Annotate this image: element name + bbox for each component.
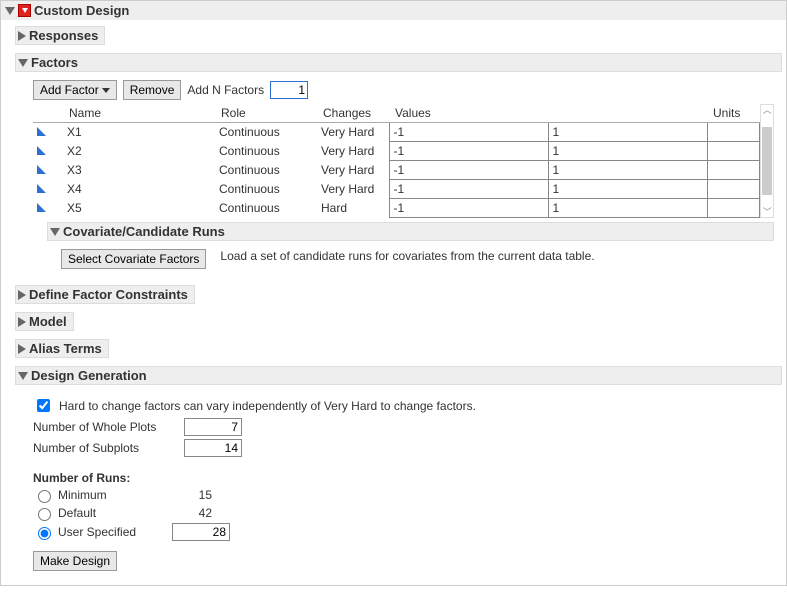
collapse-icon [18,372,28,380]
factors-header[interactable]: Factors [15,53,782,72]
factors-table: Name Role Changes Values Units X1 Contin… [33,104,760,218]
add-factor-button[interactable]: Add Factor [33,80,117,100]
scroll-down-icon[interactable]: ﹀ [761,207,773,217]
default-radio[interactable] [38,508,51,521]
user-specified-input[interactable] [172,523,230,541]
design-gen-header[interactable]: Design Generation [15,366,782,385]
factor-icon [37,146,46,155]
responses-header[interactable]: Responses [15,26,105,45]
factor-icon [37,184,46,193]
constraints-header[interactable]: Define Factor Constraints [15,285,195,304]
expand-icon [18,344,26,354]
table-row[interactable]: X4 Continuous Very Hard -1 1 [33,180,760,199]
checkbox-label: Hard to change factors can vary independ… [59,399,476,413]
scroll-thumb[interactable] [762,127,772,195]
default-label: Default [58,506,168,520]
add-n-input[interactable] [270,81,308,99]
col-changes: Changes [317,104,389,123]
col-name: Name [63,104,215,123]
title-header: Custom Design [1,1,786,20]
expand-icon [18,31,26,41]
minimum-value: 15 [172,488,212,502]
col-role: Role [215,104,317,123]
table-row[interactable]: X3 Continuous Very Hard -1 1 [33,161,760,180]
whole-plots-label: Number of Whole Plots [33,420,178,434]
table-row[interactable]: X5 Continuous Hard -1 1 [33,199,760,218]
remove-button[interactable]: Remove [123,80,182,100]
col-values: Values [389,104,707,123]
minimum-radio[interactable] [38,490,51,503]
alias-header[interactable]: Alias Terms [15,339,109,358]
collapse-icon [50,228,60,236]
scroll-up-icon[interactable]: ︿ [761,105,773,115]
select-covariate-button[interactable]: Select Covariate Factors [61,249,206,269]
factor-icon [37,165,46,174]
add-n-label: Add N Factors [187,83,264,97]
subplots-input[interactable] [184,439,242,457]
covariate-header[interactable]: Covariate/Candidate Runs [47,222,774,241]
runs-heading: Number of Runs: [33,471,774,485]
minimum-label: Minimum [58,488,168,502]
table-row[interactable]: X1 Continuous Very Hard -1 1 [33,123,760,142]
make-design-button[interactable]: Make Design [33,551,117,571]
user-specified-label: User Specified [58,525,168,539]
covariate-help: Load a set of candidate runs for covaria… [220,249,594,263]
user-specified-radio[interactable] [38,527,51,540]
menu-icon[interactable] [18,4,31,17]
col-units: Units [707,104,760,123]
collapse-icon [18,59,28,67]
collapse-icon[interactable] [5,7,15,15]
chevron-down-icon [102,88,110,93]
factor-icon [37,127,46,136]
scrollbar[interactable]: ︿ ﹀ [760,104,774,218]
whole-plots-input[interactable] [184,418,242,436]
model-header[interactable]: Model [15,312,74,331]
expand-icon [18,290,26,300]
independent-factors-checkbox[interactable] [37,399,50,412]
default-value: 42 [172,506,212,520]
table-row[interactable]: X2 Continuous Very Hard -1 1 [33,142,760,161]
subplots-label: Number of Subplots [33,441,178,455]
expand-icon [18,317,26,327]
title-text: Custom Design [34,3,129,18]
factor-icon [37,203,46,212]
